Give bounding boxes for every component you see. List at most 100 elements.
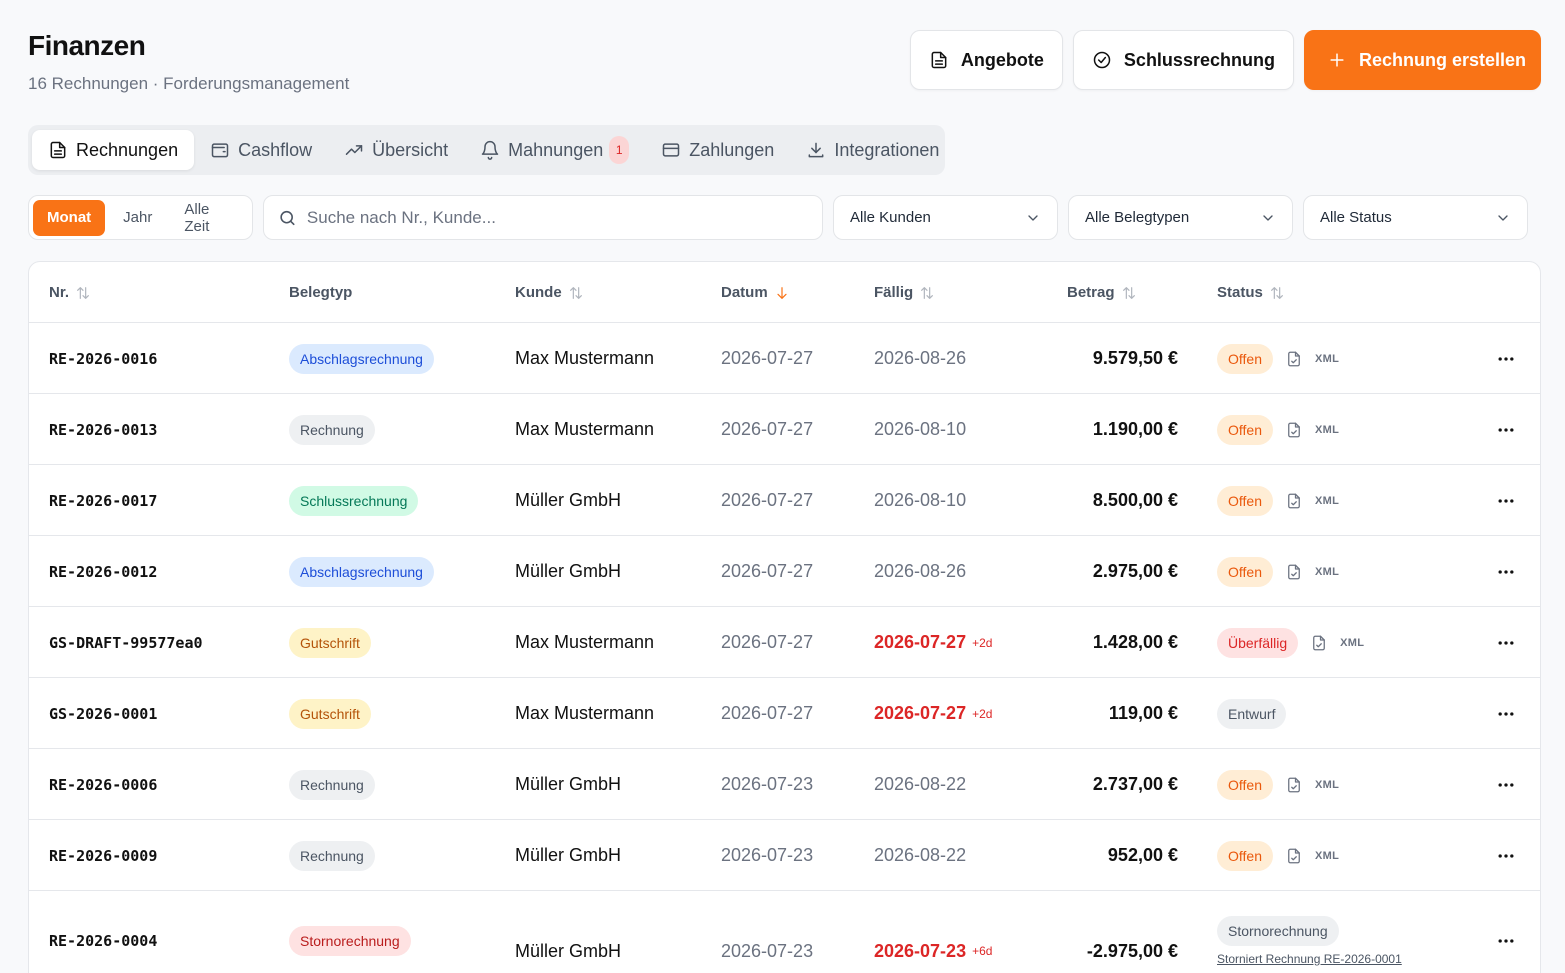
faellig-cell: 2026-08-10 bbox=[874, 465, 966, 536]
table-row[interactable]: RE-2026-0016 Abschlagsrechnung Max Musterm… bbox=[29, 323, 1540, 394]
chevron-down-icon bbox=[1263, 214, 1273, 221]
table-row[interactable]: RE-2026-0012 Abschlagsrechnung Müller GmbH… bbox=[29, 536, 1540, 607]
document-icon[interactable] bbox=[1285, 847, 1303, 865]
faellig-cell: 2026-08-26 bbox=[874, 323, 966, 394]
document-icon[interactable] bbox=[1285, 350, 1303, 368]
faellig-date: 2026-08-22 bbox=[874, 845, 967, 865]
wallet-icon bbox=[211, 143, 229, 158]
xml-export-link[interactable]: XML bbox=[1315, 779, 1339, 791]
belegtyp-cell: Rechnung bbox=[289, 820, 375, 891]
status-stack: Stornorechnung Storniert Rechnung RE-2026… bbox=[1217, 916, 1402, 966]
row-actions-button[interactable] bbox=[1496, 820, 1516, 891]
belegtyp-badge: Abschlagsrechnung bbox=[289, 556, 434, 587]
row-actions-button[interactable] bbox=[1496, 607, 1516, 678]
search-icon bbox=[280, 210, 295, 225]
row-actions-button[interactable] bbox=[1496, 465, 1516, 536]
column-nr[interactable]: Nr. bbox=[49, 262, 91, 323]
search-input[interactable] bbox=[306, 207, 808, 228]
tab-cashflow[interactable]: Cashflow bbox=[194, 130, 328, 170]
more-horizontal-icon bbox=[1498, 782, 1514, 787]
document-icon[interactable] bbox=[1310, 634, 1328, 652]
xml-export-link[interactable]: XML bbox=[1315, 566, 1339, 578]
column-belegtyp-label: Belegtyp bbox=[289, 284, 353, 301]
tab-rechnungen[interactable]: Rechnungen bbox=[32, 130, 195, 170]
document-icon[interactable] bbox=[1285, 492, 1303, 510]
row-actions-button[interactable] bbox=[1496, 394, 1516, 465]
invoice-number[interactable]: RE-2026-0006 bbox=[49, 749, 157, 820]
table-row[interactable]: RE-2026-0017 Schlussrechnung Müller GmbH 20… bbox=[29, 465, 1540, 536]
storno-reference-link[interactable]: Storniert Rechnung RE-2026-0001 bbox=[1217, 952, 1402, 966]
tab-zahlungen[interactable]: Zahlungen bbox=[645, 130, 790, 170]
kunde-cell: Max Mustermann bbox=[515, 348, 655, 368]
column-kunde[interactable]: Kunde bbox=[515, 262, 584, 323]
belegtyp-cell: Abschlagsrechnung bbox=[289, 536, 434, 607]
xml-export-link[interactable]: XML bbox=[1315, 353, 1339, 365]
invoice-number[interactable]: RE-2026-0016 bbox=[49, 323, 157, 394]
file-text-icon bbox=[50, 141, 66, 159]
column-faellig[interactable]: Fällig bbox=[874, 262, 935, 323]
column-betrag[interactable]: Betrag bbox=[1067, 262, 1137, 323]
belegtypen-select-value: Alle Belegtypen bbox=[1085, 209, 1190, 226]
kunde-cell: Max Mustermann bbox=[515, 419, 655, 439]
invoice-number[interactable]: RE-2026-0004 bbox=[49, 891, 157, 973]
table-row[interactable]: RE-2026-0013 Rechnung Max Mustermann 2026-0… bbox=[29, 394, 1540, 465]
status-select-value: Alle Status bbox=[1320, 209, 1392, 226]
angebote-button[interactable]: Angebote bbox=[909, 30, 1063, 90]
document-icon[interactable] bbox=[1285, 776, 1303, 794]
table-row[interactable]: GS-2026-0001 Gutschrift Max Mustermann 2026… bbox=[29, 678, 1540, 749]
tab-integrationen[interactable]: Integrationen bbox=[790, 130, 955, 170]
row-actions-button[interactable] bbox=[1496, 891, 1516, 973]
create-invoice-button[interactable]: Rechnung erstellen bbox=[1303, 30, 1541, 90]
more-horizontal-icon bbox=[1498, 939, 1514, 943]
status-cell: Offen XML bbox=[1217, 465, 1339, 536]
datum-cell: 2026-07-23 bbox=[721, 774, 814, 794]
row-actions-button[interactable] bbox=[1496, 536, 1516, 607]
xml-export-link[interactable]: XML bbox=[1340, 637, 1364, 649]
faellig-date: 2026-08-22 bbox=[874, 774, 967, 794]
kunde-cell: Müller GmbH bbox=[515, 774, 622, 794]
column-kunde-label: Kunde bbox=[515, 284, 562, 301]
page-subtitle: 16 Rechnungen · Forderungsmanagement bbox=[28, 74, 350, 93]
xml-export-link[interactable]: XML bbox=[1315, 850, 1339, 862]
column-datum[interactable]: Datum bbox=[721, 262, 790, 323]
status-cell: Entwurf bbox=[1217, 678, 1287, 749]
sort-icon bbox=[77, 286, 89, 299]
document-icon[interactable] bbox=[1285, 563, 1303, 581]
period-jahr[interactable]: Jahr bbox=[109, 200, 166, 236]
kunden-select[interactable]: Alle Kunden bbox=[833, 195, 1058, 240]
belegtyp-badge: Rechnung bbox=[289, 414, 375, 445]
tab-uebersicht[interactable]: Übersicht bbox=[328, 130, 464, 170]
invoice-number[interactable]: GS-DRAFT-99577ea0 bbox=[49, 607, 203, 678]
tab-mahnungen[interactable]: Mahnungen 1 bbox=[464, 130, 645, 170]
file-text-icon bbox=[931, 51, 947, 69]
table-row[interactable]: RE-2026-0009 Rechnung Müller GmbH 2026-07-2… bbox=[29, 820, 1540, 891]
invoice-number[interactable]: RE-2026-0017 bbox=[49, 465, 157, 536]
table-row[interactable]: RE-2026-0006 Rechnung Müller GmbH 2026-07-2… bbox=[29, 749, 1540, 820]
credit-card-icon bbox=[663, 143, 680, 157]
belegtypen-select[interactable]: Alle Belegtypen bbox=[1068, 195, 1293, 240]
schlussrechnung-button[interactable]: Schlussrechnung bbox=[1072, 30, 1294, 90]
table-row[interactable]: RE-2026-0004 Stornorechnung Müller GmbH 202… bbox=[29, 891, 1540, 973]
status-badge: Stornorechnung bbox=[1217, 916, 1339, 946]
belegtyp-badge: Rechnung bbox=[289, 769, 375, 800]
kunde-cell: Max Mustermann bbox=[515, 632, 655, 652]
faellig-date: 2026-08-10 bbox=[874, 419, 967, 439]
period-alle-zeit[interactable]: Alle Zeit bbox=[170, 200, 248, 236]
status-select[interactable]: Alle Status bbox=[1303, 195, 1528, 240]
invoice-number[interactable]: RE-2026-0009 bbox=[49, 820, 157, 891]
chevron-down-icon bbox=[1028, 214, 1038, 221]
invoice-number[interactable]: GS-2026-0001 bbox=[49, 678, 157, 749]
xml-export-link[interactable]: XML bbox=[1315, 495, 1339, 507]
invoice-number[interactable]: RE-2026-0012 bbox=[49, 536, 157, 607]
table-row[interactable]: GS-DRAFT-99577ea0 Gutschrift Max Musterman… bbox=[29, 607, 1540, 678]
xml-export-link[interactable]: XML bbox=[1315, 424, 1339, 436]
row-actions-button[interactable] bbox=[1496, 323, 1516, 394]
row-actions-button[interactable] bbox=[1496, 678, 1516, 749]
document-icon[interactable] bbox=[1285, 421, 1303, 439]
period-monat[interactable]: Monat bbox=[33, 199, 106, 236]
row-actions-button[interactable] bbox=[1496, 749, 1516, 820]
column-status[interactable]: Status bbox=[1217, 262, 1285, 323]
invoice-number[interactable]: RE-2026-0013 bbox=[49, 394, 157, 465]
betrag-cell: 1.190,00 € bbox=[1092, 419, 1178, 439]
status-cell: Überfällig XML bbox=[1217, 607, 1364, 678]
